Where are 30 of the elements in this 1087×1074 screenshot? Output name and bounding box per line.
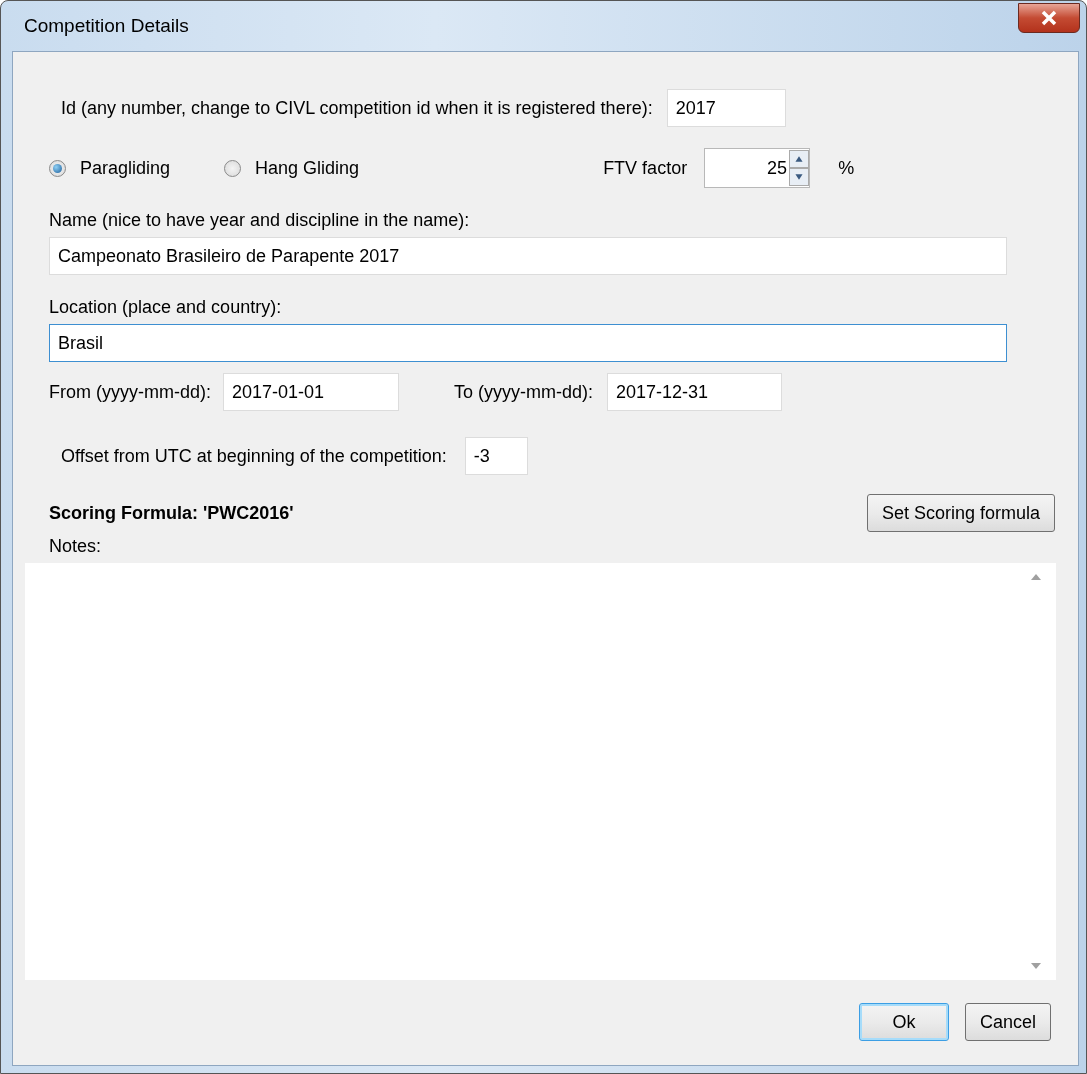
set-scoring-formula-button[interactable]: Set Scoring formula <box>866 494 1055 532</box>
close-button[interactable] <box>1018 3 1080 33</box>
discipline-label: Hang Gliding <box>255 157 360 179</box>
from-date-field[interactable]: 2017-01-01 <box>223 373 399 411</box>
discipline-label: Paragliding <box>80 157 171 179</box>
scroll-down-icon[interactable] <box>1030 962 1042 970</box>
notes-field[interactable] <box>25 563 1056 980</box>
window-title: Competition Details <box>24 15 189 37</box>
cancel-button[interactable]: Cancel <box>965 1003 1051 1041</box>
name-field[interactable]: Campeonato Brasileiro de Parapente 2017 <box>49 237 1007 275</box>
scroll-up-icon[interactable] <box>1030 573 1042 581</box>
location-field[interactable]: Brasil <box>49 324 1007 362</box>
to-date-field[interactable]: 2017-12-31 <box>607 373 782 411</box>
ok-button[interactable]: Ok <box>859 1003 949 1041</box>
name-label: Name (nice to have year and discipline in the name): <box>49 210 470 231</box>
scoring-formula-label: Scoring Formula: 'PWC2016' <box>49 502 294 524</box>
close-icon <box>1040 10 1058 26</box>
ftv-factor-spinner[interactable]: 25 <box>704 148 811 188</box>
id-label: Id (any number, change to CIVL competition id when it is registered there): <box>61 97 653 119</box>
radio-button[interactable] <box>49 159 66 177</box>
location-label: Location (place and country): <box>49 297 282 318</box>
offset-field[interactable]: -3 <box>464 437 528 475</box>
offset-label: Offset from UTC at beginning of the competition: <box>61 445 447 467</box>
ftv-factor-label: FTV factor <box>603 157 688 179</box>
percent-label: % <box>838 157 855 179</box>
notes-label: Notes: <box>49 536 102 557</box>
from-label: From (yyyy-mm-dd): <box>49 381 211 403</box>
to-label: To (yyyy-mm-dd): <box>454 381 593 403</box>
radio-button[interactable] <box>224 159 242 177</box>
id-field[interactable]: 2017 <box>666 89 786 127</box>
